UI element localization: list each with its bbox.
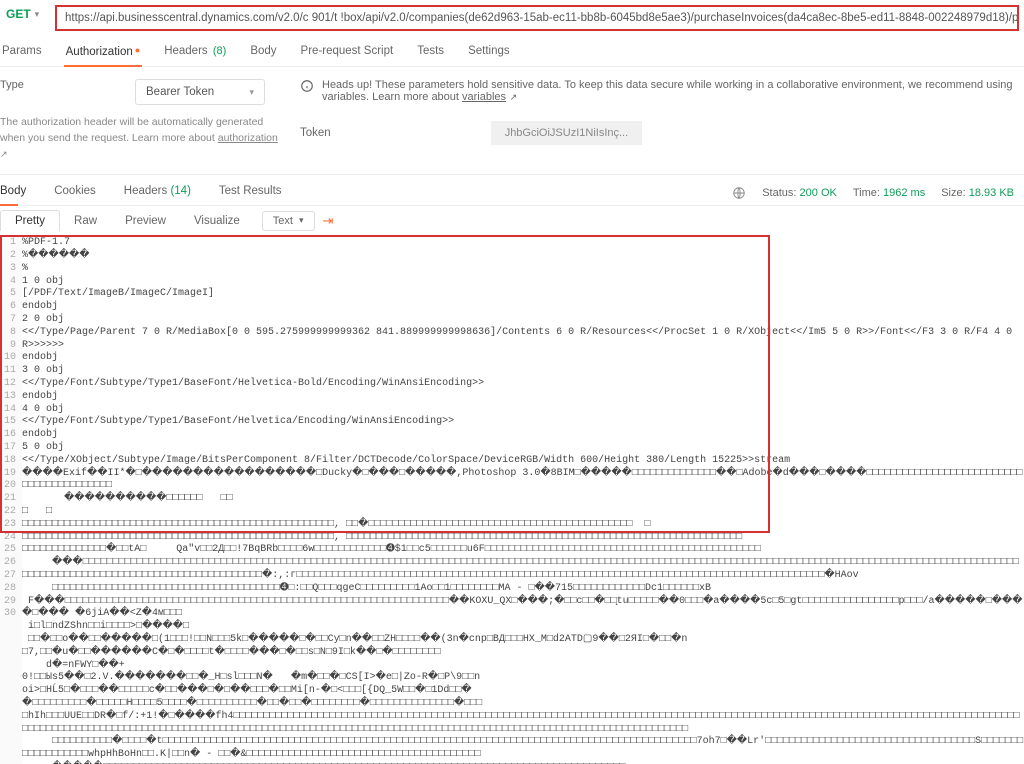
headsup-banner: Heads up! These parameters hold sensitiv…	[300, 79, 1016, 103]
response-body-area: 1234567891011121314151617181920212223242…	[0, 235, 1024, 764]
tab-headers-label: Headers	[164, 45, 207, 57]
external-link-icon: ↗	[0, 149, 8, 159]
auth-panel: Type Bearer Token ▾ The authorization he…	[0, 67, 1024, 175]
tab-prerequest[interactable]: Pre-request Script	[299, 41, 396, 66]
dot-icon: ●	[135, 45, 140, 55]
method-dropdown[interactable]: GET ▾	[6, 7, 39, 21]
tab-auth-label: Authorization	[66, 46, 133, 58]
auth-helper-text: The authorization header will be automat…	[0, 115, 280, 162]
headsup-text: Heads up! These parameters hold sensitiv…	[322, 79, 1013, 103]
resp-tab-body[interactable]: Body	[0, 181, 36, 205]
chevron-down-icon: ▾	[35, 9, 40, 20]
token-label: Token	[300, 127, 331, 139]
resp-tab-headers-label: Headers	[124, 185, 167, 197]
token-field[interactable]: JhbGciOiJSUzI1NiIsInç...	[491, 121, 642, 145]
method-label: GET	[6, 7, 31, 21]
url-text: https://api.businesscentral.dynamics.com…	[57, 12, 1017, 24]
size-value: 18.93 KB	[969, 187, 1014, 199]
auth-helper-link[interactable]: authorization	[218, 132, 278, 144]
lang-dropdown[interactable]: Text ▾	[262, 211, 315, 231]
time-value: 1962 ms	[883, 187, 925, 199]
response-meta: Status: 200 OK Time: 1962 ms Size: 18.93…	[732, 186, 1014, 200]
status-label: Status:	[762, 187, 796, 199]
view-tab-pretty[interactable]: Pretty	[0, 210, 60, 231]
resp-tab-cookies[interactable]: Cookies	[54, 181, 106, 205]
resp-tab-headers[interactable]: Headers (14)	[124, 181, 201, 205]
tab-body[interactable]: Body	[248, 41, 278, 66]
chevron-down-icon: ▾	[299, 215, 304, 226]
time-label: Time:	[853, 187, 880, 199]
lang-value: Text	[273, 215, 293, 227]
view-tab-raw[interactable]: Raw	[60, 211, 111, 231]
request-tabs: Params Authorization● Headers (8) Body P…	[0, 31, 1024, 67]
resp-tab-testresults[interactable]: Test Results	[219, 181, 292, 205]
chevron-down-icon: ▾	[249, 87, 254, 98]
tab-params[interactable]: Params	[0, 41, 44, 66]
response-tabs: Body Cookies Headers (14) Test Results S…	[0, 175, 1024, 206]
status-value: 200 OK	[800, 187, 837, 199]
external-link-icon: ↗	[507, 92, 517, 102]
view-tab-visualize[interactable]: Visualize	[180, 211, 254, 231]
resp-tab-headers-count: (14)	[170, 185, 190, 197]
code-content[interactable]: %PDF-1.7%������%1 0 obj[/PDF/Text/ImageB…	[22, 235, 1024, 764]
line-gutter: 1234567891011121314151617181920212223242…	[0, 235, 22, 764]
tab-tests[interactable]: Tests	[415, 41, 446, 66]
tab-settings[interactable]: Settings	[466, 41, 512, 66]
auth-type-dropdown[interactable]: Bearer Token ▾	[135, 79, 265, 105]
info-icon	[300, 79, 314, 93]
wrap-lines-icon[interactable]: ⇥	[323, 213, 334, 229]
view-tabs: Pretty Raw Preview Visualize Text ▾ ⇥	[0, 206, 1024, 235]
size-label: Size:	[941, 187, 965, 199]
view-tab-preview[interactable]: Preview	[111, 211, 180, 231]
tab-headers-count: (8)	[213, 45, 226, 57]
auth-type-value: Bearer Token	[146, 86, 214, 98]
headsup-link[interactable]: variables	[462, 91, 506, 103]
tab-headers[interactable]: Headers (8)	[162, 41, 228, 66]
tab-authorization[interactable]: Authorization●	[64, 41, 143, 66]
globe-icon[interactable]	[732, 186, 746, 200]
url-input[interactable]: https://api.businesscentral.dynamics.com…	[55, 5, 1019, 31]
